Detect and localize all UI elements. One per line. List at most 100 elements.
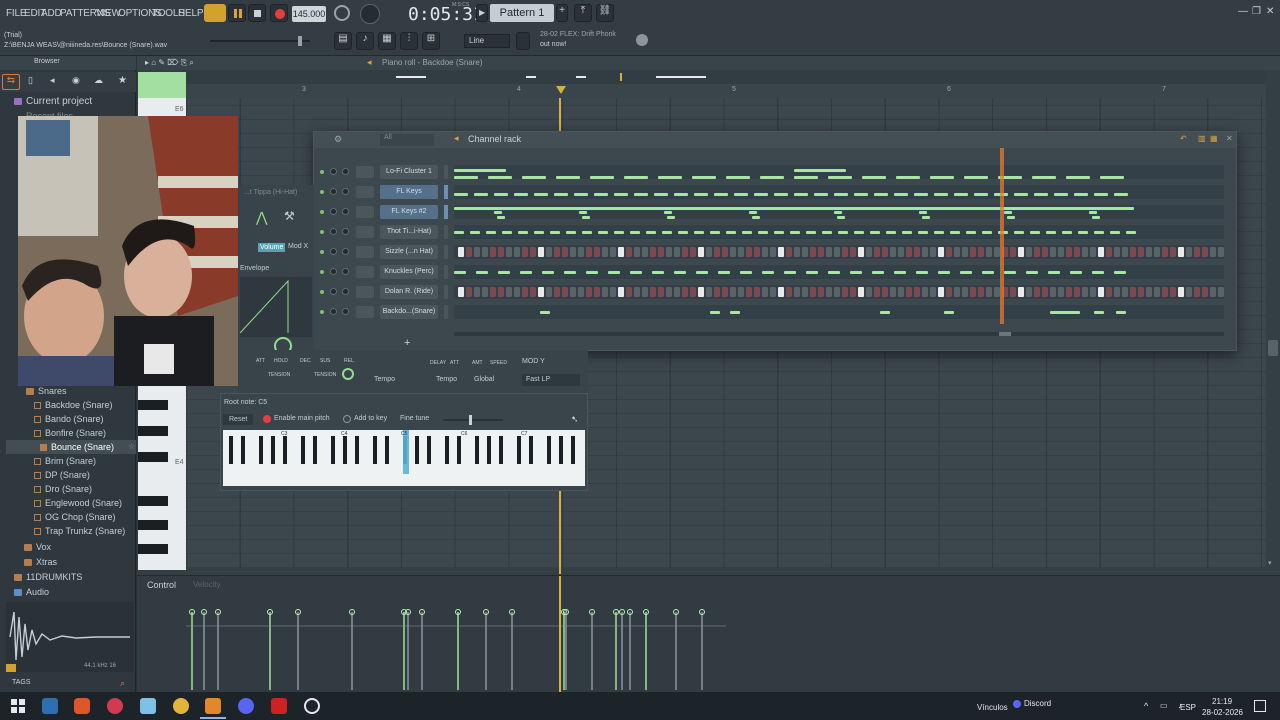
- link-icon[interactable]: ⛓: [596, 4, 614, 22]
- step-button[interactable]: [714, 287, 720, 297]
- step-button[interactable]: [634, 247, 640, 257]
- envelope-icon[interactable]: ⋀: [256, 209, 267, 226]
- step-button[interactable]: [642, 247, 648, 257]
- browser-icon[interactable]: ⊞: [422, 32, 440, 50]
- black-key[interactable]: [517, 436, 521, 464]
- mixer-track-button[interactable]: [356, 186, 374, 198]
- step-button[interactable]: [722, 287, 728, 297]
- step-button[interactable]: [1146, 247, 1152, 257]
- lfo-tempo-label[interactable]: Tempo: [436, 376, 457, 383]
- channel-rack-icon[interactable]: ▦: [378, 32, 396, 50]
- step-button[interactable]: [922, 287, 928, 297]
- step-button[interactable]: [1162, 287, 1168, 297]
- main-pitch-toggle-icon[interactable]: [263, 415, 271, 423]
- black-key[interactable]: [138, 452, 168, 462]
- step-button[interactable]: [562, 247, 568, 257]
- tray-vinculos[interactable]: Vínculos: [977, 703, 1008, 712]
- browser-star-icon[interactable]: ★: [118, 75, 127, 86]
- step-button[interactable]: [554, 287, 560, 297]
- mixer-track-button[interactable]: [356, 246, 374, 258]
- browser-file[interactable]: Bonfire (Snare): [34, 426, 106, 440]
- step-button[interactable]: [562, 287, 568, 297]
- channel-lane[interactable]: [454, 225, 1224, 239]
- step-button[interactable]: [530, 247, 536, 257]
- timeline-ruler[interactable]: 3 4 5 6 7: [186, 84, 1266, 98]
- news-line1[interactable]: 28-02 FLEX: Drift Phonk: [540, 31, 616, 38]
- record-button[interactable]: [270, 4, 288, 22]
- step-button[interactable]: [610, 247, 616, 257]
- step-button[interactable]: [986, 287, 992, 297]
- fine-tune-slider[interactable]: [443, 415, 503, 425]
- step-button[interactable]: [1106, 247, 1112, 257]
- channel-led[interactable]: [320, 310, 324, 314]
- browser-folder[interactable]: Xtras: [24, 555, 57, 569]
- step-button[interactable]: [1194, 287, 1200, 297]
- tray-date[interactable]: 28-02-2026: [1202, 708, 1243, 717]
- step-button[interactable]: [986, 247, 992, 257]
- black-key[interactable]: [138, 520, 168, 530]
- tray-language[interactable]: ESP: [1180, 703, 1196, 712]
- channel-select-indicator[interactable]: [444, 165, 448, 179]
- step-button[interactable]: [1082, 287, 1088, 297]
- step-button[interactable]: [962, 287, 968, 297]
- black-key[interactable]: [475, 436, 479, 464]
- browser-options-icon[interactable]: ⇆: [2, 74, 20, 90]
- step-button[interactable]: [1202, 287, 1208, 297]
- snap-icon[interactable]: ⤒: [574, 4, 592, 22]
- piano-roll-arrow-icon[interactable]: ◂: [367, 57, 372, 68]
- pan-knob[interactable]: [330, 208, 337, 215]
- step-button[interactable]: [938, 287, 944, 297]
- keyboard-arrow-icon[interactable]: ➷: [571, 414, 579, 425]
- pan-knob[interactable]: [330, 248, 337, 255]
- step-button[interactable]: [610, 287, 616, 297]
- step-button[interactable]: [650, 247, 656, 257]
- step-button[interactable]: [914, 247, 920, 257]
- channel-lane[interactable]: [454, 205, 1224, 219]
- step-button[interactable]: [666, 287, 672, 297]
- step-button[interactable]: [1186, 287, 1192, 297]
- step-button[interactable]: [1138, 287, 1144, 297]
- channel-led[interactable]: [320, 250, 324, 254]
- step-button[interactable]: [930, 247, 936, 257]
- pan-knob[interactable]: [330, 268, 337, 275]
- step-button[interactable]: [690, 287, 696, 297]
- step-button[interactable]: [1050, 287, 1056, 297]
- step-button[interactable]: [658, 287, 664, 297]
- step-button[interactable]: [682, 287, 688, 297]
- step-button[interactable]: [858, 247, 864, 257]
- black-key[interactable]: [547, 436, 551, 464]
- tempo-display[interactable]: 145.000: [292, 6, 326, 22]
- black-key[interactable]: [331, 436, 335, 464]
- step-button[interactable]: [1058, 287, 1064, 297]
- control-target[interactable]: Velocity: [193, 580, 221, 589]
- media-player-icon[interactable]: [107, 698, 123, 714]
- mixer-track-button[interactable]: [356, 166, 374, 178]
- channel-lane[interactable]: [454, 265, 1224, 279]
- step-button[interactable]: [1122, 287, 1128, 297]
- add-to-key-label[interactable]: Add to key: [354, 415, 387, 422]
- step-button[interactable]: [762, 287, 768, 297]
- control-label[interactable]: Control: [147, 580, 176, 590]
- mixer-icon[interactable]: ⫶: [400, 32, 418, 50]
- black-key[interactable]: [313, 436, 317, 464]
- step-button[interactable]: [842, 287, 848, 297]
- step-button[interactable]: [1050, 247, 1056, 257]
- browser-cloud-icon[interactable]: ☁: [94, 75, 103, 86]
- volume-knob[interactable]: [342, 188, 349, 195]
- channel-led[interactable]: [320, 210, 324, 214]
- step-button[interactable]: [850, 287, 856, 297]
- channel-select-indicator[interactable]: [444, 265, 448, 279]
- step-button[interactable]: [1202, 247, 1208, 257]
- step-button[interactable]: [898, 287, 904, 297]
- channel-lane[interactable]: [454, 165, 1224, 179]
- step-button[interactable]: [474, 247, 480, 257]
- step-button[interactable]: [1074, 287, 1080, 297]
- step-button[interactable]: [498, 287, 504, 297]
- play-button[interactable]: [228, 4, 246, 22]
- step-button[interactable]: [1034, 287, 1040, 297]
- black-key[interactable]: [301, 436, 305, 464]
- tension-knob[interactable]: [342, 368, 354, 380]
- step-button[interactable]: [802, 247, 808, 257]
- browser-file[interactable]: Dro (Snare): [34, 482, 92, 496]
- browser-folder[interactable]: Vox: [24, 540, 51, 554]
